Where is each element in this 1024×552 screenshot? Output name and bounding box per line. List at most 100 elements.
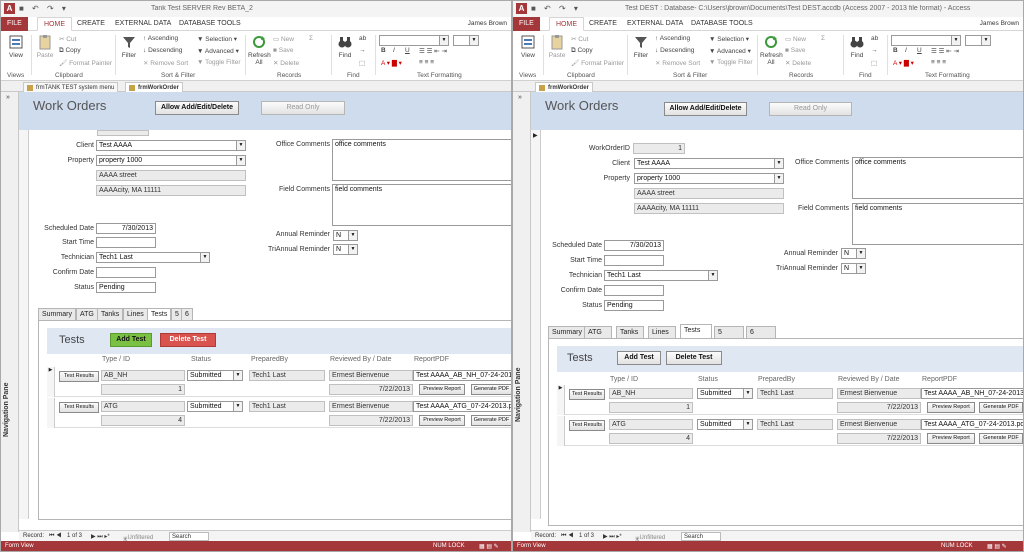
prepared-by-field[interactable]: Tech1 Last: [249, 401, 325, 412]
preview-report-button[interactable]: Preview Report: [927, 402, 975, 413]
tab-tanks[interactable]: Tanks: [616, 326, 644, 338]
remove-sort-button[interactable]: ⨯ Remove Sort: [143, 59, 188, 67]
replace-icon[interactable]: ab: [359, 35, 366, 42]
reviewed-by-field[interactable]: Ermest Bienvenue: [329, 401, 413, 412]
type-field[interactable]: ATG: [101, 401, 185, 412]
toggle-filter-button[interactable]: ▼ Toggle Filter: [709, 59, 753, 66]
record-position[interactable]: 1 of 3: [67, 533, 82, 539]
annual-reminder-select[interactable]: N ▼: [841, 248, 866, 259]
tab-atg[interactable]: ATG: [76, 308, 98, 320]
descending-button[interactable]: ↓ Descending: [143, 47, 182, 54]
font-color-icon[interactable]: A ▾ ▇ ▾: [381, 59, 402, 67]
refresh-all-button[interactable]: Refresh All: [760, 34, 783, 66]
chevron-down-icon[interactable]: ▼: [348, 245, 357, 254]
italic-icon[interactable]: I: [905, 47, 907, 54]
underline-icon[interactable]: U: [917, 47, 922, 54]
property-select[interactable]: property 1000 ▼: [634, 173, 784, 184]
navigation-pane[interactable]: » Navigation Pane: [1, 92, 19, 532]
ascending-button[interactable]: ↑ Ascending: [143, 35, 178, 42]
delete-record-button[interactable]: ✕ Delete: [273, 59, 299, 67]
tab-database-tools[interactable]: DATABASE TOOLS: [173, 17, 247, 31]
list-icon[interactable]: ☰ ☰ ⇤ ⇥: [419, 47, 447, 55]
allow-edit-button[interactable]: Allow Add/Edit/Delete: [664, 102, 747, 116]
chevron-down-icon[interactable]: ▼: [236, 141, 245, 150]
tab-5[interactable]: 5: [714, 326, 744, 338]
view-switch-icons[interactable]: ▦ ▤ ✎: [479, 543, 499, 550]
tab-create[interactable]: CREATE: [583, 17, 623, 31]
tab-6[interactable]: 6: [181, 308, 193, 320]
status-select[interactable]: Submitted ▼: [697, 419, 753, 430]
font-size-select[interactable]: ▼: [453, 35, 479, 46]
type-field[interactable]: AB_NH: [609, 388, 693, 399]
font-color-icon[interactable]: A ▾ ▇ ▾: [893, 59, 914, 67]
chevron-right-icon[interactable]: »: [6, 94, 10, 101]
goto-icon[interactable]: →: [359, 47, 366, 54]
prepared-by-field[interactable]: Tech1 Last: [249, 370, 325, 381]
type-field[interactable]: AB_NH: [101, 370, 185, 381]
font-name-select[interactable]: ▼: [379, 35, 449, 46]
tab-external-data[interactable]: EXTERNAL DATA: [109, 17, 177, 31]
filter-button[interactable]: Filter: [119, 34, 139, 59]
tab-atg[interactable]: ATG: [584, 326, 612, 338]
format-painter-button[interactable]: 🖌 Format Painter: [59, 59, 112, 67]
copy-button[interactable]: ⧉ Copy: [571, 47, 593, 55]
selection-button[interactable]: ▼ Selection ▾: [709, 35, 749, 43]
status-field[interactable]: Pending: [96, 282, 156, 293]
office-comments-field[interactable]: office comments: [332, 139, 511, 181]
goto-icon[interactable]: →: [871, 47, 878, 54]
align-icon[interactable]: ≡ ≡ ≡: [931, 59, 946, 66]
replace-icon[interactable]: ab: [871, 35, 878, 42]
filter-button[interactable]: Filter: [631, 34, 651, 59]
report-pdf-field[interactable]: Test AAAA_ATG_07-24-2013.pdf: [921, 419, 1023, 430]
underline-icon[interactable]: U: [405, 47, 410, 54]
doc-tab-system-menu[interactable]: frmTANK TEST system menu: [23, 82, 119, 92]
add-test-button[interactable]: Add Test: [110, 333, 152, 347]
tab-create[interactable]: CREATE: [71, 17, 111, 31]
type-field[interactable]: ATG: [609, 419, 693, 430]
chevron-down-icon[interactable]: ▼: [236, 156, 245, 165]
id-field[interactable]: 4: [609, 433, 693, 444]
find-button[interactable]: Find: [847, 34, 867, 59]
row-selector[interactable]: ▶: [557, 385, 565, 415]
preview-report-button[interactable]: Preview Report: [419, 415, 465, 426]
tab-external-data[interactable]: EXTERNAL DATA: [621, 17, 689, 31]
paste-button[interactable]: Paste: [547, 34, 567, 59]
triannual-reminder-select[interactable]: N ▼: [841, 263, 866, 274]
client-select[interactable]: Test AAAA ▼: [96, 140, 246, 151]
cut-button[interactable]: ✂ Cut: [571, 35, 588, 43]
start-time-field[interactable]: [604, 255, 664, 266]
row-selector[interactable]: [557, 416, 565, 446]
tab-lines[interactable]: Lines: [123, 308, 148, 320]
report-pdf-field[interactable]: Test AAAA_AB_NH_07-24-2013.pdf: [413, 370, 511, 381]
record-selector[interactable]: [19, 130, 29, 519]
status-select[interactable]: Submitted ▼: [697, 388, 753, 399]
report-pdf-field[interactable]: Test AAAA_AB_NH_07-24-2013.pdf: [921, 388, 1023, 399]
chevron-down-icon[interactable]: ▼: [743, 420, 752, 429]
scheduled-date-field[interactable]: 7/30/2013: [604, 240, 664, 251]
chevron-down-icon[interactable]: ▼: [233, 402, 242, 411]
preview-report-button[interactable]: Preview Report: [419, 384, 465, 395]
generate-pdf-button[interactable]: Generate PDF: [979, 402, 1023, 413]
quick-access-toolbar[interactable]: ■ ↶ ↷ ▾: [531, 4, 581, 13]
delete-test-button[interactable]: Delete Test: [160, 333, 216, 347]
client-select[interactable]: Test AAAA ▼: [634, 158, 784, 169]
tab-lines[interactable]: Lines: [648, 326, 676, 338]
street-field[interactable]: AAAA street: [634, 188, 784, 199]
row-selector[interactable]: ▶: [47, 367, 55, 397]
annual-reminder-select[interactable]: N ▼: [333, 230, 358, 241]
align-icon[interactable]: ≡ ≡ ≡: [419, 59, 434, 66]
tab-home[interactable]: HOME: [37, 17, 72, 31]
tab-database-tools[interactable]: DATABASE TOOLS: [685, 17, 759, 31]
reviewed-date-field[interactable]: 7/22/2013: [837, 433, 921, 444]
city-field[interactable]: AAAAcity, MA 11111: [96, 185, 246, 196]
select-icon[interactable]: ⬚: [359, 59, 365, 67]
paste-button[interactable]: Paste: [35, 34, 55, 59]
select-icon[interactable]: ⬚: [871, 59, 877, 67]
chevron-right-icon[interactable]: »: [518, 94, 522, 101]
test-results-button[interactable]: Test Results: [569, 389, 605, 400]
search-input[interactable]: Search: [681, 532, 721, 541]
test-results-button[interactable]: Test Results: [569, 420, 605, 431]
selection-button[interactable]: ▼ Selection ▾: [197, 35, 237, 43]
status-select[interactable]: Submitted ▼: [187, 401, 243, 412]
quick-access-toolbar[interactable]: ■ ↶ ↷ ▾: [19, 4, 69, 13]
